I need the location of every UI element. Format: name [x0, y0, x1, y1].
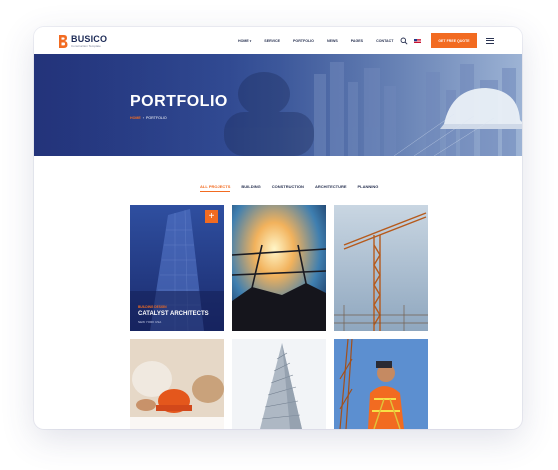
crane-image	[334, 205, 428, 331]
hero-banner: PORTFOLIO HOME › PORTFOLIO	[34, 54, 522, 156]
site-header: BUSICO Construction Template HOME ▾ SERV…	[34, 27, 522, 55]
tab-building[interactable]: BUILDING	[241, 184, 260, 192]
portfolio-item-construction-sunset[interactable]	[232, 205, 326, 331]
breadcrumb: HOME › PORTFOLIO	[130, 116, 167, 120]
tab-planning[interactable]: PLANNING	[358, 184, 379, 192]
project-category: BUILDING DESIGN	[138, 305, 167, 309]
nav-item-label: HOME	[238, 39, 249, 43]
plus-icon[interactable]: +	[205, 210, 218, 223]
breadcrumb-current: PORTFOLIO	[145, 116, 167, 120]
portfolio-item-planning[interactable]	[130, 339, 224, 429]
project-location: NEW YORK USA	[138, 320, 162, 324]
nav-item-pages[interactable]: PAGES	[351, 39, 363, 43]
nav-item-news[interactable]: NEWS	[327, 39, 338, 43]
hero-skyline-image	[34, 54, 522, 156]
menu-icon[interactable]	[486, 38, 494, 44]
logo-name: BUSICO	[71, 34, 108, 44]
portfolio-item-tower[interactable]	[232, 339, 326, 429]
logo[interactable]: BUSICO Construction Template	[58, 34, 107, 49]
logo-icon	[59, 35, 68, 48]
main-nav: HOME ▾ SERVICE PORTFOLIO NEWS PAGES CONT…	[238, 39, 406, 43]
nav-item-home[interactable]: HOME ▾	[238, 39, 251, 43]
nav-item-portfolio[interactable]: PORTFOLIO	[293, 39, 314, 43]
surveyor-image	[334, 339, 428, 429]
spiral-tower-image	[232, 339, 326, 429]
portfolio-item-catalyst[interactable]: + BUILDING DESIGN CATALYST ARCHITECTS NE…	[130, 205, 224, 331]
project-title[interactable]: CATALYST ARCHITECTS	[138, 311, 209, 317]
nav-item-service[interactable]: SERVICE	[264, 39, 280, 43]
tab-all-projects[interactable]: ALL PROJECTS	[200, 184, 231, 192]
browser-card: BUSICO Construction Template HOME ▾ SERV…	[34, 27, 522, 429]
breadcrumb-separator: ›	[142, 116, 144, 120]
nav-item-contact[interactable]: CONTACT	[376, 39, 393, 43]
breadcrumb-home[interactable]: HOME	[130, 116, 141, 120]
portfolio-filter-tabs: ALL PROJECTS BUILDING CONSTRUCTION ARCHI…	[200, 184, 378, 192]
logo-tagline: Construction Template	[71, 44, 101, 48]
portfolio-item-crane[interactable]	[334, 205, 428, 331]
get-free-quote-button[interactable]: GET FREE QUOTE	[431, 33, 477, 48]
search-icon[interactable]	[400, 37, 408, 45]
chevron-down-icon: ▾	[249, 39, 252, 43]
portfolio-item-surveyor[interactable]	[334, 339, 428, 429]
tab-construction[interactable]: CONSTRUCTION	[272, 184, 304, 192]
tab-architecture[interactable]: ARCHITECTURE	[315, 184, 347, 192]
page-title: PORTFOLIO	[130, 93, 228, 110]
construction-sunset-image	[232, 205, 326, 331]
flag-icon[interactable]	[414, 39, 421, 43]
planning-team-image	[130, 339, 224, 429]
